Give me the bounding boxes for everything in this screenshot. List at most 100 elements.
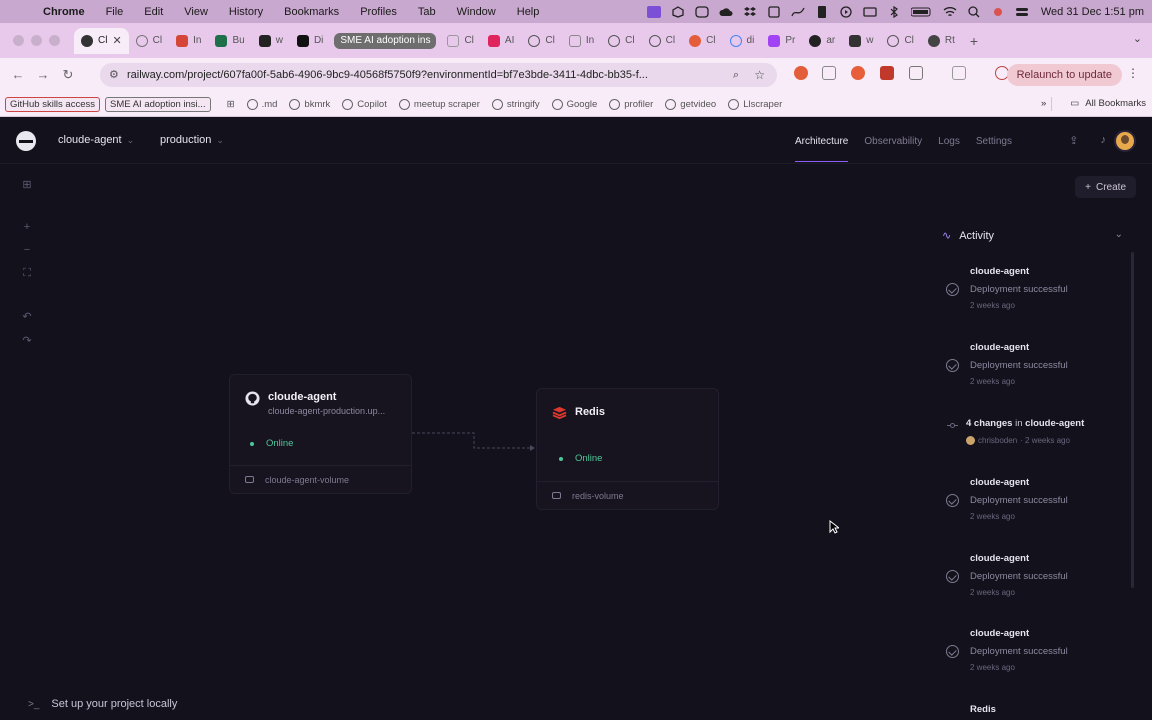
play-circle-icon[interactable]	[839, 5, 853, 18]
bookmarks-overflow-chevron-icon[interactable]: »	[1041, 98, 1046, 109]
close-tab-icon[interactable]: ✕	[112, 34, 121, 47]
address-bar[interactable]: ⚙ railway.com/project/607fa00f-5ab6-4906…	[100, 63, 777, 87]
menu-edit[interactable]: Edit	[144, 6, 163, 18]
browser-tab[interactable]: Cl	[129, 28, 169, 54]
extension-icon[interactable]	[880, 66, 894, 80]
relaunch-to-update-button[interactable]: Relaunch to update	[1006, 64, 1122, 86]
extensions-puzzle-icon[interactable]	[909, 66, 923, 80]
browser-tab[interactable]: w	[842, 28, 880, 54]
share-icon[interactable]: ⇪	[1069, 134, 1078, 147]
browser-tab-active[interactable]: Cl ✕	[74, 27, 129, 54]
browser-tab[interactable]: Rt	[921, 28, 962, 54]
grid-icon[interactable]: ⊞	[22, 178, 31, 191]
menu-help[interactable]: Help	[517, 6, 540, 18]
bookmark-item[interactable]: .md	[246, 98, 277, 110]
site-info-icon[interactable]: ⚙	[109, 69, 121, 81]
browser-tab[interactable]: Cl	[880, 28, 920, 54]
undo-icon[interactable]: ↶	[22, 310, 31, 323]
bookmark-apps-grid-icon[interactable]: ⊞	[227, 99, 235, 110]
cube-icon[interactable]	[671, 5, 685, 18]
tab-architecture[interactable]: Architecture	[795, 118, 849, 164]
menubar-clock[interactable]: Wed 31 Dec 1:51 pm	[1041, 6, 1144, 18]
tab-observability[interactable]: Observability	[864, 136, 922, 147]
menu-file[interactable]: File	[106, 6, 124, 18]
bookmark-item[interactable]: getvideo	[665, 98, 716, 110]
url-text[interactable]: railway.com/project/607fa00f-5ab6-4906-9…	[127, 69, 717, 81]
bookmark-star-icon[interactable]: ☆	[754, 68, 765, 82]
bookmark-item[interactable]: Llscraper	[728, 98, 782, 110]
all-bookmarks-button[interactable]: » ▭ All Bookmarks	[1041, 98, 1146, 109]
cloud-icon[interactable]	[719, 6, 733, 18]
browser-tab[interactable]: Cl	[521, 28, 561, 54]
reload-icon[interactable]: ↻	[61, 68, 75, 82]
close-window-button[interactable]	[13, 35, 24, 46]
project-selector[interactable]: cloude-agent ⌄	[58, 134, 134, 146]
fit-view-icon[interactable]: ⛶	[23, 267, 31, 280]
tab-search-chevron-icon[interactable]: ⌄	[1133, 32, 1142, 45]
bookmark-sme-ai-adoption[interactable]: SME AI adoption insi...	[105, 96, 211, 112]
back-arrow-icon[interactable]: ←	[11, 68, 25, 82]
volume-row[interactable]: cloude-agent-volume	[230, 465, 411, 493]
browser-tab[interactable]: Di	[290, 28, 330, 54]
record-icon[interactable]	[991, 6, 1005, 18]
user-avatar[interactable]	[1114, 130, 1136, 152]
browser-menu-icon[interactable]: ⋮	[1127, 66, 1139, 80]
browser-tab[interactable]: In	[562, 28, 601, 54]
activity-scrollbar[interactable]	[1131, 252, 1134, 588]
menu-tab[interactable]: Tab	[418, 6, 436, 18]
zoom-window-button[interactable]	[49, 35, 60, 46]
side-panel-icon[interactable]	[952, 66, 966, 80]
bookmark-item[interactable]: stringify	[491, 98, 540, 110]
zoom-out-icon[interactable]: −	[24, 244, 30, 256]
extension-icon[interactable]	[794, 66, 808, 80]
minimize-window-button[interactable]	[31, 35, 42, 46]
bookmark-item[interactable]: Google	[551, 98, 597, 110]
bookmark-github-skills-access[interactable]: GitHub skills access	[5, 96, 100, 112]
menu-bookmarks[interactable]: Bookmarks	[284, 6, 339, 18]
railway-logo-icon[interactable]	[16, 131, 36, 151]
browser-tab[interactable]: Cl	[682, 28, 722, 54]
window-icon[interactable]	[863, 6, 877, 18]
control-center-icon[interactable]	[1015, 6, 1029, 18]
tab-logs[interactable]: Logs	[938, 136, 960, 147]
browser-tab[interactable]: Cl	[601, 28, 641, 54]
setup-locally-link[interactable]: >_ Set up your project locally	[28, 698, 177, 710]
tab-group-label[interactable]: SME AI adoption ins	[334, 32, 437, 49]
screen-share-icon[interactable]	[646, 5, 661, 18]
menu-window[interactable]: Window	[457, 6, 496, 18]
zoom-in-icon[interactable]: +	[24, 221, 30, 233]
environment-selector[interactable]: production ⌄	[160, 134, 224, 146]
bookmark-item[interactable]: Copilot	[342, 98, 387, 110]
volume-row[interactable]: redis-volume	[537, 481, 718, 509]
activity-header[interactable]: ∿ Activity	[942, 229, 994, 243]
menu-history[interactable]: History	[229, 6, 263, 18]
browser-tab[interactable]: ar	[802, 28, 842, 54]
pen-icon[interactable]	[791, 6, 805, 18]
browser-tab[interactable]: In	[169, 28, 208, 54]
wifi-icon[interactable]	[943, 6, 957, 18]
browser-tab[interactable]: Cl	[642, 28, 682, 54]
forward-arrow-icon[interactable]: →	[36, 68, 50, 82]
tab-settings[interactable]: Settings	[976, 136, 1012, 147]
menu-profiles[interactable]: Profiles	[360, 6, 397, 18]
spotlight-search-icon[interactable]	[967, 5, 981, 18]
notifications-bell-icon[interactable]: ♪	[1101, 134, 1107, 147]
menu-view[interactable]: View	[184, 6, 208, 18]
bluetooth-icon[interactable]	[887, 5, 901, 18]
battery-icon[interactable]	[910, 6, 933, 18]
extension-icon[interactable]	[822, 66, 836, 80]
service-card-redis[interactable]: Redis Online redis-volume	[536, 388, 719, 510]
browser-tab[interactable]: di	[723, 28, 762, 54]
extension-icon[interactable]	[851, 66, 865, 80]
browser-tab[interactable]: Cl	[440, 28, 480, 54]
service-card-cloude-agent[interactable]: cloude-agent cloude-agent-production.up.…	[229, 374, 412, 494]
apple-menu-icon[interactable]	[15, 5, 29, 19]
new-tab-button[interactable]: +	[970, 33, 978, 49]
clipboard-icon[interactable]	[767, 5, 781, 18]
app-status-icon[interactable]	[695, 5, 709, 18]
bookmark-item[interactable]: profiler	[609, 98, 653, 110]
create-button[interactable]: + Create	[1075, 176, 1136, 198]
bookmark-item[interactable]: meetup scraper	[398, 98, 480, 110]
chevron-down-icon[interactable]: ⌄	[1115, 229, 1123, 240]
dropbox-icon[interactable]	[743, 6, 757, 18]
